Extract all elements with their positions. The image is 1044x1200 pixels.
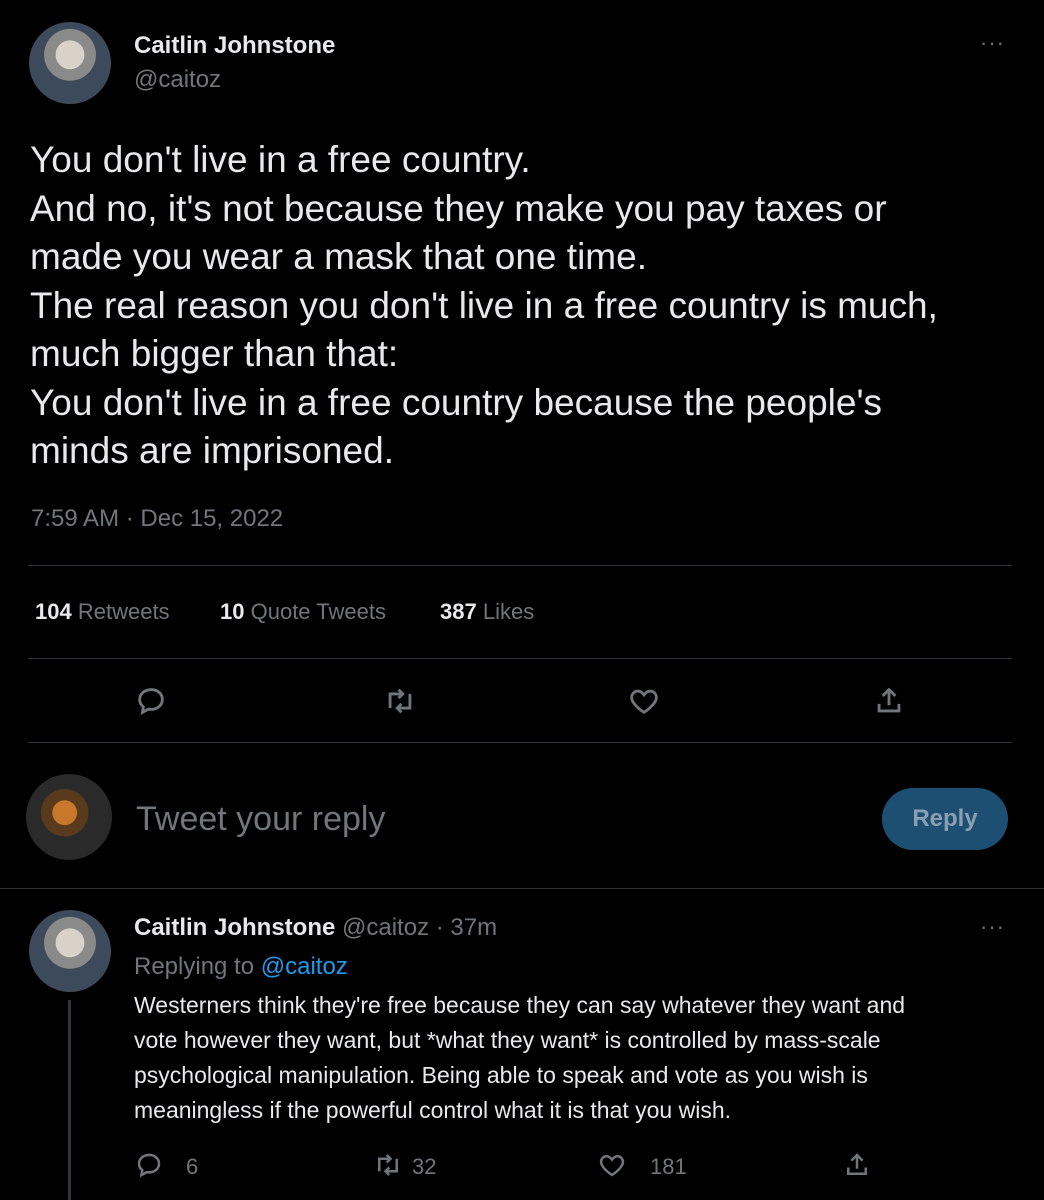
reply-header: Caitlin Johnstone @caitoz · 37m: [134, 914, 497, 942]
reply-reply-icon[interactable]: [134, 1150, 164, 1180]
retweets-stat[interactable]: 104 Retweets: [35, 599, 170, 625]
reply-text: Westerners think they're free because th…: [134, 988, 1024, 1128]
reply-author-name[interactable]: Caitlin Johnstone: [134, 914, 335, 941]
reply-likes-count: 181: [650, 1154, 687, 1179]
tweet-line: The real reason you don't live in a free…: [30, 284, 938, 326]
more-options-icon[interactable]: ···: [980, 30, 1005, 56]
tweet-text: You don't live in a free country. And no…: [30, 136, 1020, 476]
reply-replies-count: 6: [186, 1154, 199, 1179]
tweet-line: You don't live in a free country because…: [30, 381, 883, 423]
thread-line: [68, 1000, 71, 1200]
divider: [28, 658, 1012, 659]
like-icon[interactable]: [626, 684, 662, 718]
divider: [0, 888, 1044, 889]
retweets-label: Retweets: [77, 599, 170, 624]
tweet-timestamp[interactable]: 7:59 AM · Dec 15, 2022: [31, 505, 283, 533]
divider: [28, 742, 1012, 743]
tweet-line: much bigger than that:: [30, 333, 399, 374]
reply-line: Westerners think they're free because th…: [134, 992, 906, 1018]
quotes-label: Quote Tweets: [250, 599, 386, 624]
reply-line: meaningless if the powerful control what…: [134, 1097, 732, 1123]
reply-retweets-count: 32: [412, 1154, 437, 1179]
replying-to-handle[interactable]: @caitoz: [261, 953, 348, 980]
retweets-count: 104: [35, 599, 72, 624]
reply-share-icon[interactable]: [842, 1150, 872, 1180]
reply-line: vote however they want, but *what they w…: [134, 1027, 881, 1053]
likes-count: 387: [440, 599, 477, 624]
tweet-line: You don't live in a free country.: [30, 139, 531, 180]
author-avatar[interactable]: [29, 22, 111, 104]
reply-retweet-icon[interactable]: [372, 1150, 404, 1180]
reply-like-icon[interactable]: [596, 1150, 628, 1180]
tweet-line: minds are imprisoned.: [30, 430, 394, 471]
tweet-line: And no, it's not because they make you p…: [30, 187, 887, 229]
reply-author-handle[interactable]: @caitoz: [342, 914, 429, 941]
reply-more-options-icon[interactable]: ···: [980, 914, 1005, 940]
replying-to-label: Replying to: [134, 953, 255, 980]
replying-to: Replying to @caitoz: [134, 953, 348, 981]
retweet-icon[interactable]: [382, 684, 418, 718]
author-name[interactable]: Caitlin Johnstone: [134, 32, 335, 60]
current-user-avatar[interactable]: [26, 774, 112, 860]
tweet-line: made you wear a mask that one time.: [30, 236, 647, 277]
likes-stat[interactable]: 387 Likes: [440, 599, 534, 625]
quote-tweets-stat[interactable]: 10 Quote Tweets: [220, 599, 386, 625]
author-handle[interactable]: @caitoz: [134, 66, 221, 94]
divider: [28, 565, 1012, 566]
reply-input[interactable]: Tweet your reply: [136, 800, 385, 839]
reply-time[interactable]: · 37m: [436, 914, 497, 941]
share-icon[interactable]: [872, 684, 906, 718]
likes-label: Likes: [482, 599, 535, 624]
reply-button[interactable]: Reply: [882, 788, 1008, 850]
reply-icon[interactable]: [134, 684, 168, 718]
reply-line: psychological manipulation. Being able t…: [134, 1062, 868, 1088]
reply-author-avatar[interactable]: [29, 910, 111, 992]
quotes-count: 10: [220, 599, 245, 624]
